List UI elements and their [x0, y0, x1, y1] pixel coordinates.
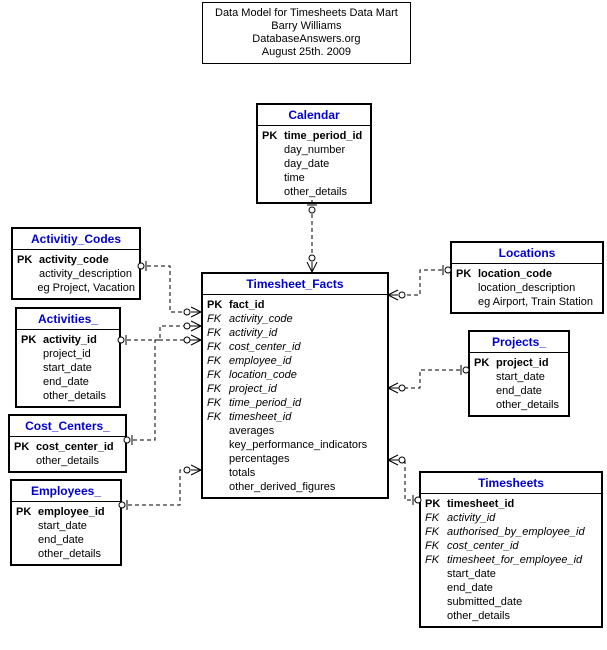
diagram-title-box: Data Model for Timesheets Data Mart Barr… — [202, 2, 411, 64]
column-name: other_details — [447, 609, 510, 623]
column-name: start_date — [496, 370, 545, 384]
rel-timesheets-facts — [388, 455, 421, 505]
column-name: day_number — [284, 143, 345, 157]
rel-locations-facts — [388, 265, 451, 300]
column-name: cost_center_id — [447, 539, 519, 553]
column-name: other_details — [43, 389, 106, 403]
column-name: end_date — [496, 384, 542, 398]
entity-timesheet-facts: Timesheet_Facts PKfact_id FKactivity_cod… — [201, 272, 389, 499]
column-name: project_id — [496, 356, 549, 370]
column-name: start_date — [447, 567, 496, 581]
entity-title: Employees_ — [12, 481, 120, 502]
entity-projects: Projects_ PKproject_id start_date end_da… — [468, 330, 570, 417]
column-name: start_date — [38, 519, 87, 533]
column-name: employee_id — [38, 505, 105, 519]
column-name: start_date — [43, 361, 92, 375]
column-name: timesheet_for_employee_id — [447, 553, 582, 567]
entity-activity-codes: Activitiy_Codes PKactivity_code activity… — [11, 227, 141, 300]
column-name: activity_code — [39, 253, 109, 267]
entity-title: Locations — [452, 243, 602, 264]
column-name: fact_id — [229, 298, 264, 312]
entity-timesheets: Timesheets PKtimesheet_id FKactivity_id … — [419, 471, 603, 628]
rel-calendar-facts — [307, 200, 317, 272]
column-name: other_details — [36, 454, 99, 468]
column-name: time — [284, 171, 305, 185]
entity-title: Timesheet_Facts — [203, 274, 387, 295]
column-name: timesheet_id — [447, 497, 514, 511]
column-name: end_date — [38, 533, 84, 547]
column-name: averages — [229, 424, 274, 438]
column-name: activity_id — [229, 326, 277, 340]
title-line3: DatabaseAnswers.org — [215, 33, 398, 46]
column-name: project_id — [229, 382, 277, 396]
rel-projects-facts — [388, 365, 469, 393]
rel-costcenters-facts — [124, 335, 201, 445]
column-name: location_code — [229, 368, 297, 382]
column-name: activity_id — [447, 511, 495, 525]
column-name: key_performance_indicators — [229, 438, 367, 452]
column-name: cost_center_id — [229, 340, 301, 354]
column-name: other_details — [496, 398, 559, 412]
rel-activities-facts — [118, 321, 201, 345]
column-name: submitted_date — [447, 595, 522, 609]
entity-calendar: Calendar PKtime_period_id day_number day… — [256, 103, 372, 204]
column-name: activity_code — [229, 312, 293, 326]
column-name: authorised_by_employee_id — [447, 525, 585, 539]
column-name: project_id — [43, 347, 91, 361]
entity-title: Cost_Centers_ — [10, 416, 125, 437]
entity-employees: Employees_ PKemployee_id start_date end_… — [10, 479, 122, 566]
entity-activities: Activities_ PKactivity_id project_id sta… — [15, 307, 121, 408]
title-line1: Data Model for Timesheets Data Mart — [215, 7, 398, 20]
column-name: day_date — [284, 157, 329, 171]
column-name: time_period_id — [229, 396, 301, 410]
column-name: other_details — [38, 547, 101, 561]
column-name: other_derived_figures — [229, 480, 335, 494]
entity-cost-centers: Cost_Centers_ PKcost_center_id other_det… — [8, 414, 127, 473]
entity-title: Calendar — [258, 105, 370, 126]
column-name: location_description — [478, 281, 575, 295]
column-name: end_date — [43, 375, 89, 389]
column-name: eg Project, Vacation — [37, 281, 135, 295]
entity-title: Timesheets — [421, 473, 601, 494]
column-name: cost_center_id — [36, 440, 114, 454]
entity-title: Projects_ — [470, 332, 568, 353]
title-line4: August 25th. 2009 — [215, 46, 398, 59]
column-name: employee_id — [229, 354, 291, 368]
entity-title: Activities_ — [17, 309, 119, 330]
column-name: totals — [229, 466, 255, 480]
column-name: time_period_id — [284, 129, 362, 143]
rel-employees-facts — [119, 465, 201, 510]
column-name: timesheet_id — [229, 410, 291, 424]
column-name: location_code — [478, 267, 552, 281]
entity-locations: Locations PKlocation_code location_descr… — [450, 241, 604, 314]
column-name: activity_description — [39, 267, 132, 281]
column-name: activity_id — [43, 333, 97, 347]
entity-title: Activitiy_Codes — [13, 229, 139, 250]
title-line2: Barry Williams — [215, 20, 398, 33]
column-name: end_date — [447, 581, 493, 595]
rel-activitycodes-facts — [138, 261, 201, 317]
column-name: eg Airport, Train Station — [478, 295, 593, 309]
entity-body: PKtime_period_id day_number day_date tim… — [258, 126, 370, 202]
column-name: other_details — [284, 185, 347, 199]
column-name: percentages — [229, 452, 290, 466]
